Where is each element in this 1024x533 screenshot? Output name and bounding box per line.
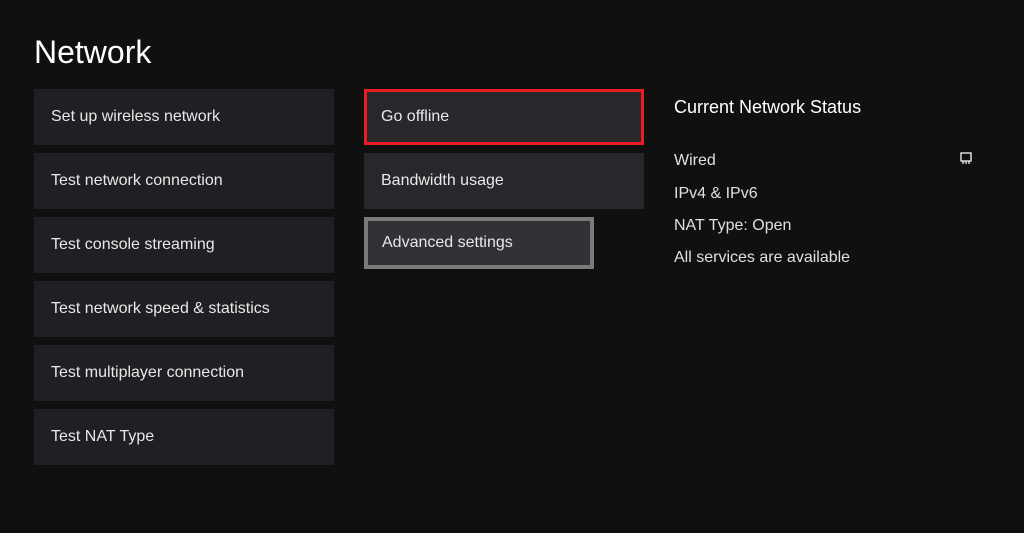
ip-version-label: IPv4 & IPv6 <box>674 185 758 203</box>
ethernet-icon <box>958 150 974 171</box>
middle-menu-column: Go offline Bandwidth usage Advanced sett… <box>364 89 644 473</box>
left-menu-column: Set up wireless network Test network con… <box>34 89 334 473</box>
bandwidth-usage-button[interactable]: Bandwidth usage <box>364 153 644 209</box>
test-multiplayer-connection-button[interactable]: Test multiplayer connection <box>34 345 334 401</box>
go-offline-button[interactable]: Go offline <box>364 89 644 145</box>
advanced-settings-button[interactable]: Advanced settings <box>364 217 594 269</box>
status-panel: Current Network Status Wired IPv4 & IPv6… <box>674 89 974 473</box>
status-title: Current Network Status <box>674 97 974 118</box>
connection-type-label: Wired <box>674 152 716 170</box>
page-title: Network <box>0 0 1024 89</box>
test-network-speed-button[interactable]: Test network speed & statistics <box>34 281 334 337</box>
test-console-streaming-button[interactable]: Test console streaming <box>34 217 334 273</box>
set-up-wireless-network-button[interactable]: Set up wireless network <box>34 89 334 145</box>
nat-type-label: NAT Type: Open <box>674 217 791 235</box>
services-label: All services are available <box>674 249 850 267</box>
test-network-connection-button[interactable]: Test network connection <box>34 153 334 209</box>
test-nat-type-button[interactable]: Test NAT Type <box>34 409 334 465</box>
